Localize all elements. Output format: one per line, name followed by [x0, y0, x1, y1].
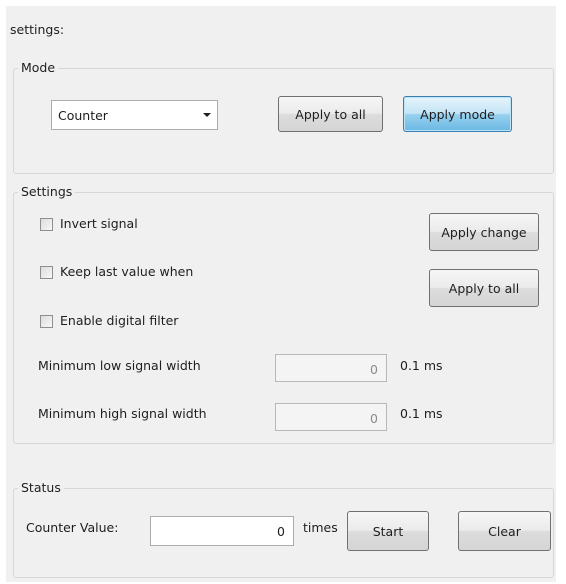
- digital-filter-label: Enable digital filter: [60, 313, 179, 328]
- clear-button[interactable]: Clear: [458, 511, 551, 551]
- clear-label: Clear: [488, 523, 521, 539]
- settings-apply-to-all-button[interactable]: Apply to all: [429, 269, 539, 307]
- digital-filter-checkbox[interactable]: [40, 315, 53, 328]
- counter-value: 0: [277, 524, 285, 539]
- chevron-down-icon[interactable]: [203, 113, 211, 117]
- min-high-width-value: 0: [370, 411, 378, 426]
- apply-change-label: Apply change: [441, 224, 527, 240]
- page-title: settings:: [10, 22, 65, 37]
- mode-group-legend: Mode: [18, 60, 59, 76]
- start-label: Start: [372, 523, 404, 539]
- apply-mode-label: Apply mode: [420, 106, 495, 122]
- min-low-width-input[interactable]: 0: [275, 354, 387, 382]
- counter-value-label: Counter Value:: [26, 520, 119, 535]
- min-low-width-value: 0: [370, 362, 378, 377]
- start-button[interactable]: Start: [347, 511, 429, 551]
- mode-apply-to-all-label: Apply to all: [295, 106, 366, 122]
- invert-signal-checkbox[interactable]: [40, 218, 53, 231]
- apply-change-button[interactable]: Apply change: [429, 213, 539, 251]
- settings-apply-to-all-label: Apply to all: [448, 280, 520, 296]
- min-high-width-label: Minimum high signal width: [38, 406, 207, 421]
- mode-combo[interactable]: Counter: [51, 100, 218, 130]
- min-high-width-input[interactable]: 0: [275, 403, 387, 431]
- keep-last-value-checkbox[interactable]: [40, 266, 53, 279]
- invert-signal-label: Invert signal: [60, 216, 138, 231]
- counter-value-field: 0: [150, 516, 294, 546]
- mode-combo-value: Counter: [58, 108, 108, 123]
- settings-group-legend: Settings: [18, 184, 76, 200]
- min-high-width-unit: 0.1 ms: [400, 406, 443, 421]
- min-low-width-unit: 0.1 ms: [400, 358, 443, 373]
- apply-mode-button[interactable]: Apply mode: [403, 96, 512, 132]
- keep-last-value-label: Keep last value when: [60, 264, 194, 279]
- min-low-width-label: Minimum low signal width: [38, 358, 201, 373]
- mode-apply-to-all-button[interactable]: Apply to all: [278, 96, 383, 132]
- counter-unit: times: [303, 520, 338, 535]
- status-group-legend: Status: [18, 480, 64, 496]
